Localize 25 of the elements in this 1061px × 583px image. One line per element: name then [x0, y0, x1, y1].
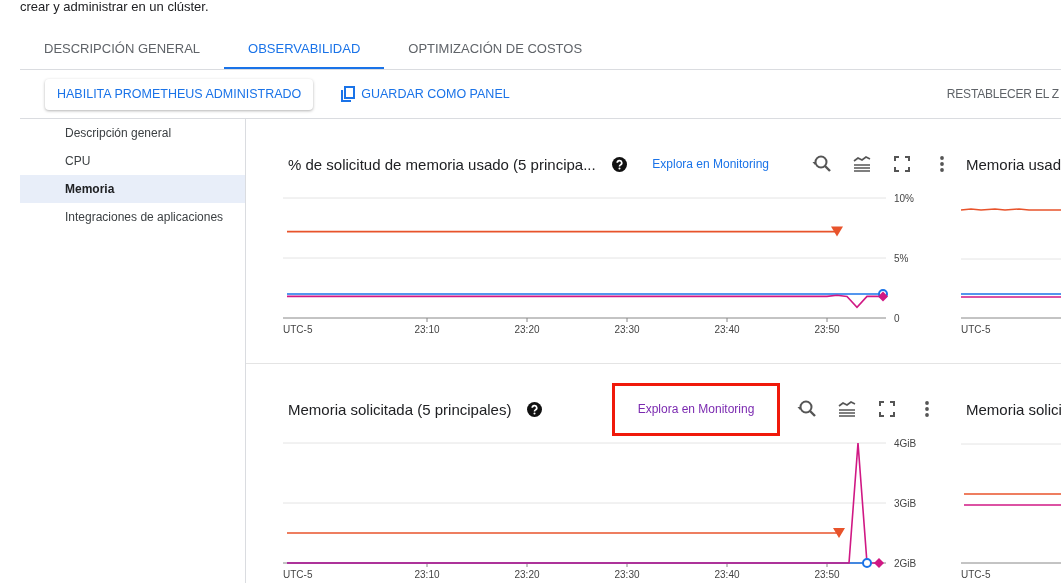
timezone-label: UTC-5 [961, 569, 991, 580]
axis-label: 23:10 [414, 569, 440, 580]
axis-label: 2GiB [894, 558, 917, 569]
timezone-label: UTC-5 [283, 569, 313, 580]
axis-label: 23:50 [814, 324, 840, 335]
chart-title: % de solicitud de memoria usado (5 principa... [288, 155, 596, 173]
axis-label: 0 [894, 313, 900, 324]
axis-label: 4GiB [894, 438, 917, 449]
axis-label: 23:30 [614, 569, 640, 580]
axis-label: 23:20 [514, 569, 540, 580]
axis-label: 10% [894, 193, 914, 204]
chart-title: Memoria usad [966, 155, 1061, 173]
axis-label: 3GiB [894, 498, 917, 509]
axis-label: 5% [894, 253, 909, 264]
timezone-label: UTC-5 [283, 324, 313, 335]
chart-title: Memoria solici [966, 400, 1061, 418]
chart-title: Memoria solicitada (5 principales) [288, 400, 512, 418]
axis-label: 23:30 [614, 324, 640, 335]
axis-label: 23:40 [714, 324, 740, 335]
axis-label: 23:10 [414, 324, 440, 335]
axis-label: 23:40 [714, 569, 740, 580]
timezone-label: UTC-5 [961, 324, 991, 335]
intro-text: crear y administrar en un clúster. [19, 0, 210, 16]
axis-label: 23:20 [514, 324, 540, 335]
axis-label: 23:50 [814, 569, 840, 580]
